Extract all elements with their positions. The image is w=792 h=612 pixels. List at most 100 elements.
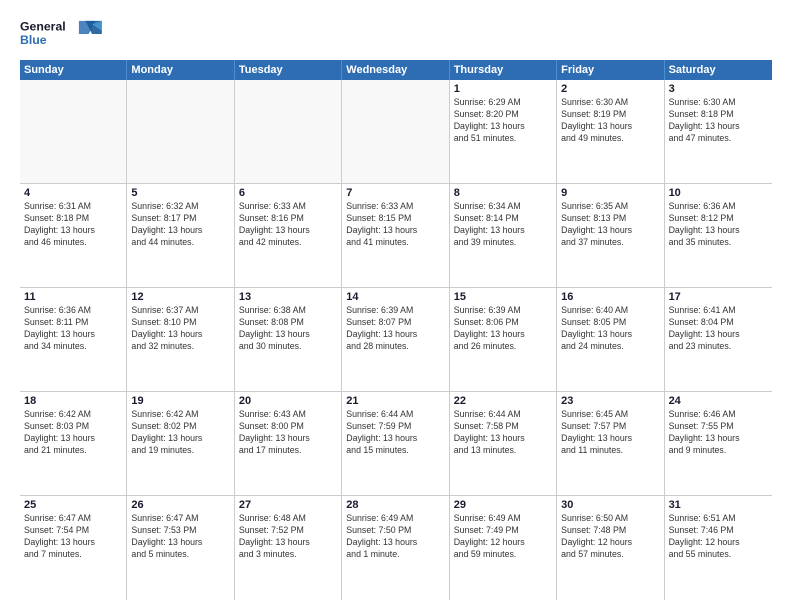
day-cell-26: 26 Sunrise: 6:47 AM Sunset: 7:53 PM Dayli… <box>127 496 234 600</box>
day-info: Sunrise: 6:45 AM Sunset: 7:57 PM Dayligh… <box>561 409 659 457</box>
day-number: 7 <box>346 187 444 199</box>
day-cell-12: 12 Sunrise: 6:37 AM Sunset: 8:10 PM Dayli… <box>127 288 234 391</box>
day-info: Sunrise: 6:47 AM Sunset: 7:54 PM Dayligh… <box>24 513 122 561</box>
day-cell-1: 1 Sunrise: 6:29 AM Sunset: 8:20 PM Daylig… <box>450 80 557 183</box>
day-number: 5 <box>131 187 229 199</box>
header-day-sunday: Sunday <box>20 60 127 80</box>
day-cell-13: 13 Sunrise: 6:38 AM Sunset: 8:08 PM Dayli… <box>235 288 342 391</box>
day-number: 27 <box>239 499 337 511</box>
logo: General Blue <box>20 16 110 52</box>
day-info: Sunrise: 6:31 AM Sunset: 8:18 PM Dayligh… <box>24 201 122 249</box>
week-row-2: 4 Sunrise: 6:31 AM Sunset: 8:18 PM Daylig… <box>20 184 772 288</box>
day-cell-15: 15Sunrise: 6:39 AM Sunset: 8:06 PM Dayli… <box>450 288 557 391</box>
empty-cell <box>20 80 127 183</box>
day-number: 11 <box>24 291 122 303</box>
week-row-5: 25 Sunrise: 6:47 AM Sunset: 7:54 PM Dayli… <box>20 496 772 600</box>
day-number: 28 <box>346 499 444 511</box>
day-info: Sunrise: 6:44 AM Sunset: 7:59 PM Dayligh… <box>346 409 444 457</box>
day-info: Sunrise: 6:42 AM Sunset: 8:02 PM Dayligh… <box>131 409 229 457</box>
day-info: Sunrise: 6:38 AM Sunset: 8:08 PM Dayligh… <box>239 305 337 353</box>
day-info: Sunrise: 6:36 AM Sunset: 8:11 PM Dayligh… <box>24 305 122 353</box>
day-cell-29: 29 Sunrise: 6:49 AM Sunset: 7:49 PM Dayli… <box>450 496 557 600</box>
day-info: Sunrise: 6:30 AM Sunset: 8:18 PM Dayligh… <box>669 97 768 145</box>
day-cell-6: 6 Sunrise: 6:33 AM Sunset: 8:16 PM Daylig… <box>235 184 342 287</box>
calendar: SundayMondayTuesdayWednesdayThursdayFrid… <box>20 60 772 600</box>
day-number: 3 <box>669 83 768 95</box>
day-number: 8 <box>454 187 552 199</box>
day-number: 21 <box>346 395 444 407</box>
day-cell-20: 20Sunrise: 6:43 AM Sunset: 8:00 PM Dayli… <box>235 392 342 495</box>
header-day-saturday: Saturday <box>665 60 772 80</box>
day-cell-14: 14Sunrise: 6:39 AM Sunset: 8:07 PM Dayli… <box>342 288 449 391</box>
header: General Blue <box>20 16 772 52</box>
header-day-monday: Monday <box>127 60 234 80</box>
day-number: 31 <box>669 499 768 511</box>
day-cell-17: 17 Sunrise: 6:41 AM Sunset: 8:04 PM Dayli… <box>665 288 772 391</box>
day-number: 12 <box>131 291 229 303</box>
header-day-tuesday: Tuesday <box>235 60 342 80</box>
empty-cell <box>342 80 449 183</box>
header-day-friday: Friday <box>557 60 664 80</box>
day-number: 18 <box>24 395 122 407</box>
day-number: 23 <box>561 395 659 407</box>
day-number: 22 <box>454 395 552 407</box>
day-number: 16 <box>561 291 659 303</box>
day-number: 1 <box>454 83 552 95</box>
day-cell-19: 19 Sunrise: 6:42 AM Sunset: 8:02 PM Dayli… <box>127 392 234 495</box>
day-cell-31: 31 Sunrise: 6:51 AM Sunset: 7:46 PM Dayli… <box>665 496 772 600</box>
day-info: Sunrise: 6:39 AM Sunset: 8:06 PM Dayligh… <box>454 305 552 353</box>
day-info: Sunrise: 6:49 AM Sunset: 7:49 PM Dayligh… <box>454 513 552 561</box>
week-row-1: 1 Sunrise: 6:29 AM Sunset: 8:20 PM Daylig… <box>20 80 772 184</box>
calendar-header: SundayMondayTuesdayWednesdayThursdayFrid… <box>20 60 772 80</box>
day-info: Sunrise: 6:37 AM Sunset: 8:10 PM Dayligh… <box>131 305 229 353</box>
day-number: 4 <box>24 187 122 199</box>
day-number: 29 <box>454 499 552 511</box>
day-info: Sunrise: 6:33 AM Sunset: 8:15 PM Dayligh… <box>346 201 444 249</box>
header-day-thursday: Thursday <box>450 60 557 80</box>
day-cell-10: 10 Sunrise: 6:36 AM Sunset: 8:12 PM Dayli… <box>665 184 772 287</box>
day-cell-25: 25 Sunrise: 6:47 AM Sunset: 7:54 PM Dayli… <box>20 496 127 600</box>
day-cell-8: 8 Sunrise: 6:34 AM Sunset: 8:14 PM Daylig… <box>450 184 557 287</box>
day-info: Sunrise: 6:47 AM Sunset: 7:53 PM Dayligh… <box>131 513 229 561</box>
day-cell-4: 4 Sunrise: 6:31 AM Sunset: 8:18 PM Daylig… <box>20 184 127 287</box>
day-number: 24 <box>669 395 768 407</box>
day-info: Sunrise: 6:32 AM Sunset: 8:17 PM Dayligh… <box>131 201 229 249</box>
day-cell-11: 11 Sunrise: 6:36 AM Sunset: 8:11 PM Dayli… <box>20 288 127 391</box>
day-info: Sunrise: 6:41 AM Sunset: 8:04 PM Dayligh… <box>669 305 768 353</box>
header-day-wednesday: Wednesday <box>342 60 449 80</box>
day-info: Sunrise: 6:42 AM Sunset: 8:03 PM Dayligh… <box>24 409 122 457</box>
day-cell-30: 30Sunrise: 6:50 AM Sunset: 7:48 PM Dayli… <box>557 496 664 600</box>
day-cell-9: 9 Sunrise: 6:35 AM Sunset: 8:13 PM Daylig… <box>557 184 664 287</box>
day-number: 13 <box>239 291 337 303</box>
day-info: Sunrise: 6:36 AM Sunset: 8:12 PM Dayligh… <box>669 201 768 249</box>
day-number: 26 <box>131 499 229 511</box>
day-number: 9 <box>561 187 659 199</box>
week-row-3: 11 Sunrise: 6:36 AM Sunset: 8:11 PM Dayli… <box>20 288 772 392</box>
day-number: 25 <box>24 499 122 511</box>
day-info: Sunrise: 6:29 AM Sunset: 8:20 PM Dayligh… <box>454 97 552 145</box>
day-info: Sunrise: 6:40 AM Sunset: 8:05 PM Dayligh… <box>561 305 659 353</box>
day-cell-18: 18 Sunrise: 6:42 AM Sunset: 8:03 PM Dayli… <box>20 392 127 495</box>
day-info: Sunrise: 6:35 AM Sunset: 8:13 PM Dayligh… <box>561 201 659 249</box>
day-cell-7: 7 Sunrise: 6:33 AM Sunset: 8:15 PM Daylig… <box>342 184 449 287</box>
day-info: Sunrise: 6:33 AM Sunset: 8:16 PM Dayligh… <box>239 201 337 249</box>
day-info: Sunrise: 6:51 AM Sunset: 7:46 PM Dayligh… <box>669 513 768 561</box>
day-info: Sunrise: 6:50 AM Sunset: 7:48 PM Dayligh… <box>561 513 659 561</box>
day-info: Sunrise: 6:44 AM Sunset: 7:58 PM Dayligh… <box>454 409 552 457</box>
day-info: Sunrise: 6:34 AM Sunset: 8:14 PM Dayligh… <box>454 201 552 249</box>
svg-text:General: General <box>20 20 66 34</box>
day-cell-2: 2Sunrise: 6:30 AM Sunset: 8:19 PM Daylig… <box>557 80 664 183</box>
day-number: 17 <box>669 291 768 303</box>
day-number: 2 <box>561 83 659 95</box>
day-number: 19 <box>131 395 229 407</box>
day-number: 10 <box>669 187 768 199</box>
day-number: 6 <box>239 187 337 199</box>
day-info: Sunrise: 6:48 AM Sunset: 7:52 PM Dayligh… <box>239 513 337 561</box>
day-cell-28: 28Sunrise: 6:49 AM Sunset: 7:50 PM Dayli… <box>342 496 449 600</box>
empty-cell <box>235 80 342 183</box>
day-cell-5: 5 Sunrise: 6:32 AM Sunset: 8:17 PM Daylig… <box>127 184 234 287</box>
day-cell-21: 21 Sunrise: 6:44 AM Sunset: 7:59 PM Dayli… <box>342 392 449 495</box>
day-cell-23: 23 Sunrise: 6:45 AM Sunset: 7:57 PM Dayli… <box>557 392 664 495</box>
logo-icon: General Blue <box>20 16 110 52</box>
day-cell-27: 27 Sunrise: 6:48 AM Sunset: 7:52 PM Dayli… <box>235 496 342 600</box>
